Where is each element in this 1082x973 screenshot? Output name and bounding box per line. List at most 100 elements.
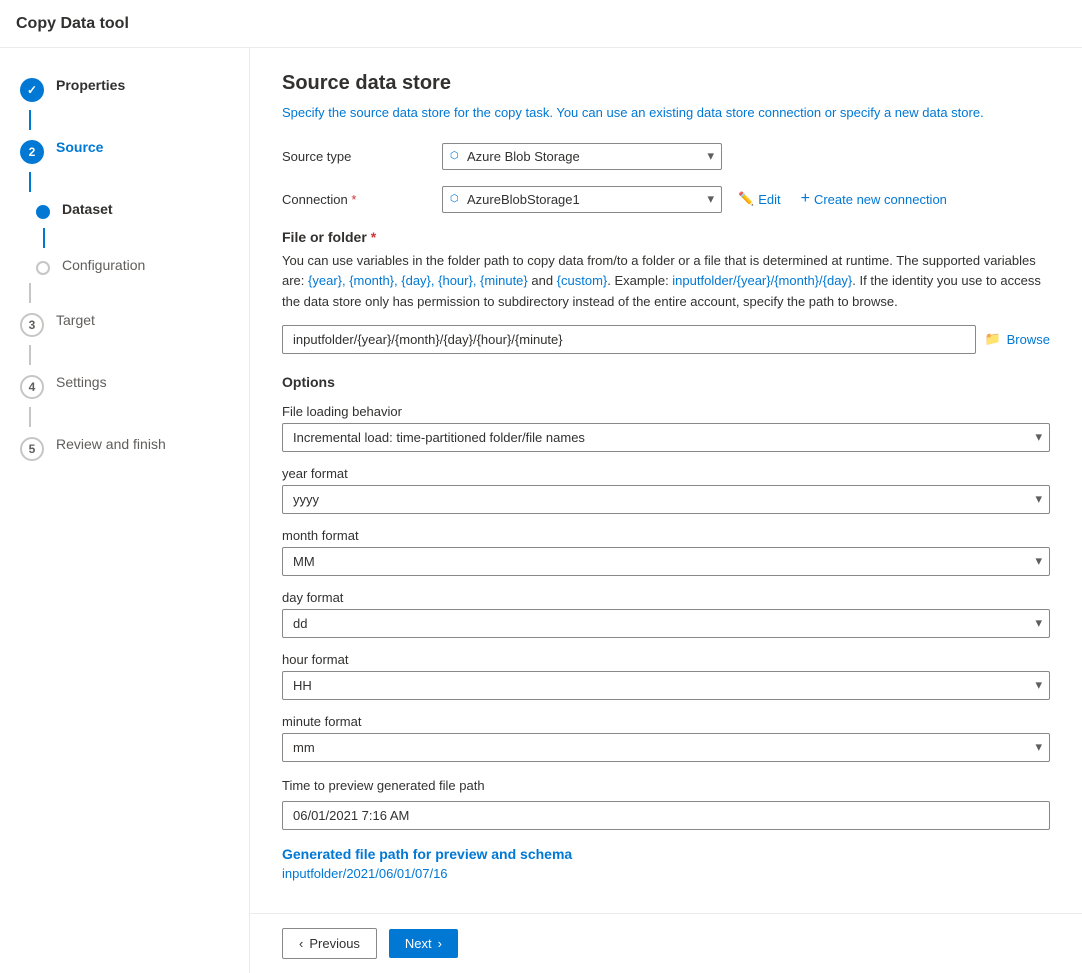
year-format-label: year format [282, 466, 1050, 481]
create-connection-label: Create new connection [814, 192, 947, 207]
day-format-label: day format [282, 590, 1050, 605]
generated-path-title: Generated file path for preview and sche… [282, 846, 1050, 862]
connector-1 [29, 110, 31, 130]
main-layout: ✓ Properties 2 Source Dataset Configurat… [0, 48, 1082, 973]
edit-icon: ✏️ [738, 191, 754, 207]
file-loading-group: File loading behavior Incremental load: … [282, 404, 1050, 452]
create-connection-button[interactable]: + Create new connection [793, 186, 955, 212]
file-folder-title: File or folder * [282, 229, 1050, 245]
previous-button[interactable]: ‹ Previous [282, 928, 377, 959]
main-content: Source data store Specify the source dat… [250, 48, 1082, 913]
sidebar-item-configuration[interactable]: Configuration [0, 248, 249, 284]
source-type-label: Source type [282, 149, 442, 164]
minute-format-select-wrapper: mm [282, 733, 1050, 762]
next-label: Next [405, 936, 432, 951]
minute-format-group: minute format mm [282, 714, 1050, 762]
prev-chevron-icon: ‹ [299, 936, 303, 951]
browse-label: Browse [1007, 332, 1050, 347]
file-path-row: 📁 Browse [282, 325, 1050, 354]
step-label-settings: Settings [56, 373, 107, 393]
source-type-select-wrapper: ⬡ Azure Blob Storage [442, 143, 722, 170]
file-folder-section: File or folder * You can use variables i… [282, 229, 1050, 354]
file-loading-select[interactable]: Incremental load: time-partitioned folde… [282, 423, 1050, 452]
page-description: Specify the source data store for the co… [282, 103, 1050, 123]
day-format-select[interactable]: dd [282, 609, 1050, 638]
sidebar-item-source[interactable]: 2 Source [0, 130, 249, 172]
plus-icon: + [801, 190, 810, 208]
sidebar-item-review[interactable]: 5 Review and finish [0, 427, 249, 469]
folder-icon: 📁 [984, 331, 1000, 347]
hour-format-select-wrapper: HH [282, 671, 1050, 700]
file-folder-required: * [371, 229, 376, 245]
custom-highlight: {custom} [557, 273, 608, 288]
connection-select[interactable]: AzureBlobStorage1 [442, 186, 722, 213]
next-button[interactable]: Next › [389, 929, 458, 958]
step-circle-dataset [36, 205, 50, 219]
step-label-dataset: Dataset [62, 200, 113, 220]
sidebar-item-dataset[interactable]: Dataset [0, 192, 249, 228]
file-loading-select-wrapper: Incremental load: time-partitioned folde… [282, 423, 1050, 452]
hour-format-select[interactable]: HH [282, 671, 1050, 700]
step-circle-settings: 4 [20, 375, 44, 399]
day-format-group: day format dd [282, 590, 1050, 638]
year-format-select-wrapper: yyyy [282, 485, 1050, 514]
step-label-review: Review and finish [56, 435, 166, 455]
app-title: Copy Data tool [16, 15, 129, 33]
generated-path-value: inputfolder/2021/06/01/07/16 [282, 866, 1050, 881]
vars-highlight: {year}, {month}, {day}, {hour}, {minute} [308, 273, 528, 288]
step-label-properties: Properties [56, 76, 125, 96]
sidebar-item-properties[interactable]: ✓ Properties [0, 68, 249, 110]
edit-label: Edit [758, 192, 780, 207]
step-circle-review: 5 [20, 437, 44, 461]
source-type-icon: ⬡ [450, 151, 459, 162]
hour-format-group: hour format HH [282, 652, 1050, 700]
preview-time-input[interactable] [282, 801, 1050, 830]
connector-2 [29, 172, 31, 192]
sidebar-item-target[interactable]: 3 Target [0, 303, 249, 345]
month-format-select[interactable]: MM [282, 547, 1050, 576]
connector-6 [29, 407, 31, 427]
day-format-select-wrapper: dd [282, 609, 1050, 638]
file-folder-description: You can use variables in the folder path… [282, 251, 1050, 313]
connection-label: Connection * [282, 192, 442, 207]
step-label-configuration: Configuration [62, 256, 145, 276]
connector-3 [43, 228, 45, 248]
step-circle-configuration [36, 261, 50, 275]
browse-button[interactable]: 📁 Browse [984, 331, 1050, 347]
edit-button[interactable]: ✏️ Edit [730, 187, 789, 211]
connector-4 [29, 283, 31, 303]
step-label-target: Target [56, 311, 95, 331]
connection-icon: ⬡ [450, 194, 459, 205]
footer: ‹ Previous Next › [250, 913, 1082, 973]
source-type-row: Source type ⬡ Azure Blob Storage [282, 143, 1050, 170]
connection-actions: ✏️ Edit + Create new connection [730, 186, 955, 212]
generated-path-section: Generated file path for preview and sche… [282, 846, 1050, 881]
next-chevron-icon: › [438, 936, 442, 951]
app-header: Copy Data tool [0, 0, 1082, 48]
source-type-select[interactable]: Azure Blob Storage [442, 143, 722, 170]
previous-label: Previous [309, 936, 360, 951]
connection-required: * [351, 192, 356, 207]
options-section: Options File loading behavior Incrementa… [282, 374, 1050, 881]
hour-format-label: hour format [282, 652, 1050, 667]
step-circle-source: 2 [20, 140, 44, 164]
example-highlight: inputfolder/{year}/{month}/{day} [672, 273, 852, 288]
file-path-input[interactable] [282, 325, 976, 354]
month-format-label: month format [282, 528, 1050, 543]
file-loading-label: File loading behavior [282, 404, 1050, 419]
step-circle-target: 3 [20, 313, 44, 337]
step-circle-properties: ✓ [20, 78, 44, 102]
page-title: Source data store [282, 72, 1050, 95]
preview-time-label: Time to preview generated file path [282, 778, 1050, 793]
minute-format-label: minute format [282, 714, 1050, 729]
options-title: Options [282, 374, 1050, 390]
sidebar-item-settings[interactable]: 4 Settings [0, 365, 249, 407]
step-label-source: Source [56, 138, 103, 158]
connector-5 [29, 345, 31, 365]
connection-row: Connection * ⬡ AzureBlobStorage1 ✏️ Edit [282, 186, 1050, 213]
month-format-select-wrapper: MM [282, 547, 1050, 576]
sidebar: ✓ Properties 2 Source Dataset Configurat… [0, 48, 250, 973]
minute-format-select[interactable]: mm [282, 733, 1050, 762]
connection-select-wrapper: ⬡ AzureBlobStorage1 [442, 186, 722, 213]
year-format-select[interactable]: yyyy [282, 485, 1050, 514]
